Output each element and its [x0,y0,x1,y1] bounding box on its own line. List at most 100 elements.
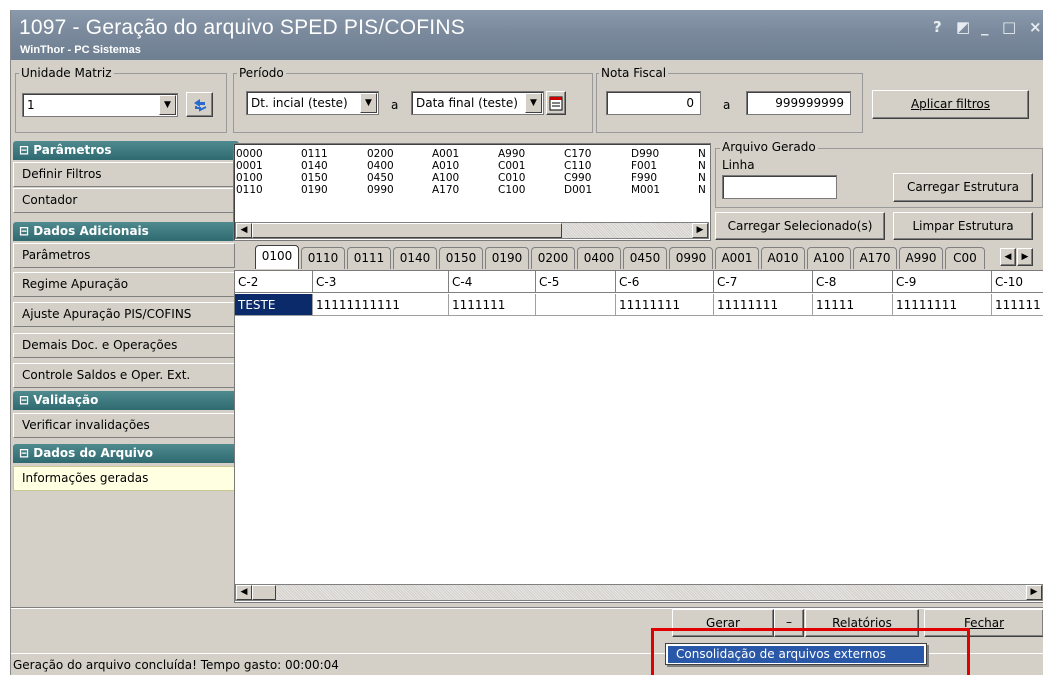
register-item[interactable]: A990 [498,148,525,160]
unidade-select[interactable]: 1 ▼ [22,93,178,117]
tab-a010[interactable]: A010 [761,247,805,269]
tab-0111[interactable]: 0111 [347,247,391,269]
refresh-unidade-button[interactable] [186,92,213,117]
column-header[interactable]: C-4 [449,271,536,293]
tab-0400[interactable]: 0400 [577,247,621,269]
scroll-thumb[interactable] [252,585,276,600]
scroll-left-icon[interactable]: ◀ [236,223,252,238]
register-item[interactable]: A100 [432,172,459,184]
nota-to-input[interactable]: 999999999 [746,91,851,115]
register-item[interactable]: 0190 [301,184,328,196]
register-item[interactable]: C110 [564,160,592,172]
table-cell[interactable]: 11111111 [714,294,813,316]
tab-scroll-left-icon[interactable]: ◀ [1000,248,1016,266]
table-cell[interactable]: 11111 [813,294,893,316]
carregar-estrutura-button[interactable]: Carregar Estrutura [893,173,1033,202]
tab-0150[interactable]: 0150 [439,247,483,269]
column-header[interactable]: C-8 [813,271,893,293]
register-item[interactable]: 0990 [367,184,394,196]
scroll-thumb[interactable] [252,223,562,238]
column-header[interactable]: C-9 [893,271,992,293]
sidebar-item-controle-saldos[interactable]: Controle Saldos e Oper. Ext. [13,363,235,388]
tab-0450[interactable]: 0450 [623,247,667,269]
register-item[interactable]: N [698,172,706,184]
register-item[interactable]: A010 [432,160,459,172]
sidebar-item-demais-doc[interactable]: Demais Doc. e Operações [13,333,235,358]
table-cell[interactable]: 111111 [992,294,1043,316]
calendar-button[interactable] [546,91,566,115]
register-item[interactable]: 0140 [301,160,328,172]
minimize-icon[interactable]: _ [981,18,989,36]
tab-a170[interactable]: A170 [853,247,897,269]
sidebar-item-contador[interactable]: Contador [13,188,235,213]
register-item[interactable]: 0450 [367,172,394,184]
table-cell-selected[interactable]: TESTE [235,294,313,316]
register-item[interactable]: 0200 [367,148,394,160]
register-item[interactable]: 0110 [236,184,263,196]
tab-0100[interactable]: 0100 [255,245,299,269]
register-item[interactable]: C170 [564,148,592,160]
tab-0990[interactable]: 0990 [669,247,713,269]
register-item[interactable]: C010 [498,172,525,184]
data-inicial-select[interactable]: Dt. incial (teste) ▼ [246,91,379,115]
chevron-down-icon[interactable]: ▼ [159,95,176,115]
restore-panel-icon[interactable]: ◩ [956,18,970,36]
tab-0190[interactable]: 0190 [485,247,529,269]
data-grid[interactable]: C-2 C-3 C-4 C-5 C-6 C-7 C-8 C-9 C-10 TES… [234,270,1043,603]
table-cell[interactable]: 11111111111 [313,294,449,316]
nota-from-input[interactable]: 0 [606,91,701,115]
column-header[interactable]: C-3 [313,271,449,293]
table-cell[interactable]: 1111111 [449,294,536,316]
register-item[interactable]: 0111 [301,148,328,160]
grid-hscrollbar[interactable]: ◀ ▶ [235,584,1043,601]
tab-0200[interactable]: 0200 [531,247,575,269]
table-cell[interactable] [536,294,616,316]
register-item[interactable]: D990 [631,148,660,160]
carregar-selecionados-button[interactable]: Carregar Selecionado(s) [715,212,885,240]
register-item[interactable]: C990 [564,172,592,184]
scroll-right-icon[interactable]: ▶ [692,223,708,238]
section-validacao[interactable]: ⊟ Validação [13,391,239,410]
section-parametros[interactable]: ⊟ Parâmetros [13,141,239,160]
column-header[interactable]: C-10 [992,271,1043,293]
tab-a001[interactable]: A001 [715,247,759,269]
sidebar-item-verificar-invalidacoes[interactable]: Verificar invalidações [13,413,235,438]
limpar-estrutura-button[interactable]: Limpar Estrutura [893,212,1033,240]
tab-c00[interactable]: C00 [945,247,985,269]
column-header[interactable]: C-7 [714,271,813,293]
register-list[interactable]: 0000 0001 0100 0110 0111 0140 0150 0190 … [233,143,711,241]
tab-a100[interactable]: A100 [807,247,851,269]
register-item[interactable]: 0001 [236,160,263,172]
tab-scroll-right-icon[interactable]: ▶ [1017,248,1033,266]
column-header[interactable]: C-2 [235,271,313,293]
register-item[interactable]: F001 [631,160,660,172]
register-item[interactable]: 0000 [236,148,263,160]
table-cell[interactable]: 11111111 [616,294,714,316]
register-item[interactable]: N [698,184,706,196]
section-dados-adicionais[interactable]: ⊟ Dados Adicionais [13,222,239,241]
register-item[interactable]: C100 [498,184,525,196]
help-icon[interactable]: ? [933,18,942,36]
register-item[interactable]: C001 [498,160,525,172]
column-header[interactable]: C-6 [616,271,714,293]
sidebar-item-ajuste-apuracao[interactable]: Ajuste Apuração PIS/COFINS [13,302,235,327]
scroll-left-icon[interactable]: ◀ [236,585,252,600]
tab-0140[interactable]: 0140 [393,247,437,269]
register-item[interactable]: 0100 [236,172,263,184]
register-item[interactable]: N [698,160,706,172]
tab-0110[interactable]: 0110 [301,247,345,269]
sidebar-item-informacoes-geradas[interactable]: Informações geradas [13,466,235,491]
linha-input[interactable] [722,175,837,199]
sidebar-item-regime-apuracao[interactable]: Regime Apuração [13,272,235,297]
aplicar-filtros-button[interactable]: Aplicar filtros [872,90,1029,119]
tab-a990[interactable]: A990 [899,247,943,269]
maximize-icon[interactable]: □ [1002,18,1016,36]
chevron-down-icon[interactable]: ▼ [360,93,377,113]
section-dados-arquivo[interactable]: ⊟ Dados do Arquivo [13,444,239,463]
register-item[interactable]: A170 [432,184,459,196]
table-cell[interactable]: 11111111 [893,294,992,316]
register-item[interactable]: 0150 [301,172,328,184]
register-item[interactable]: A001 [432,148,459,160]
register-item[interactable]: D001 [564,184,592,196]
sidebar-item-parametros[interactable]: Parâmetros [13,243,235,268]
